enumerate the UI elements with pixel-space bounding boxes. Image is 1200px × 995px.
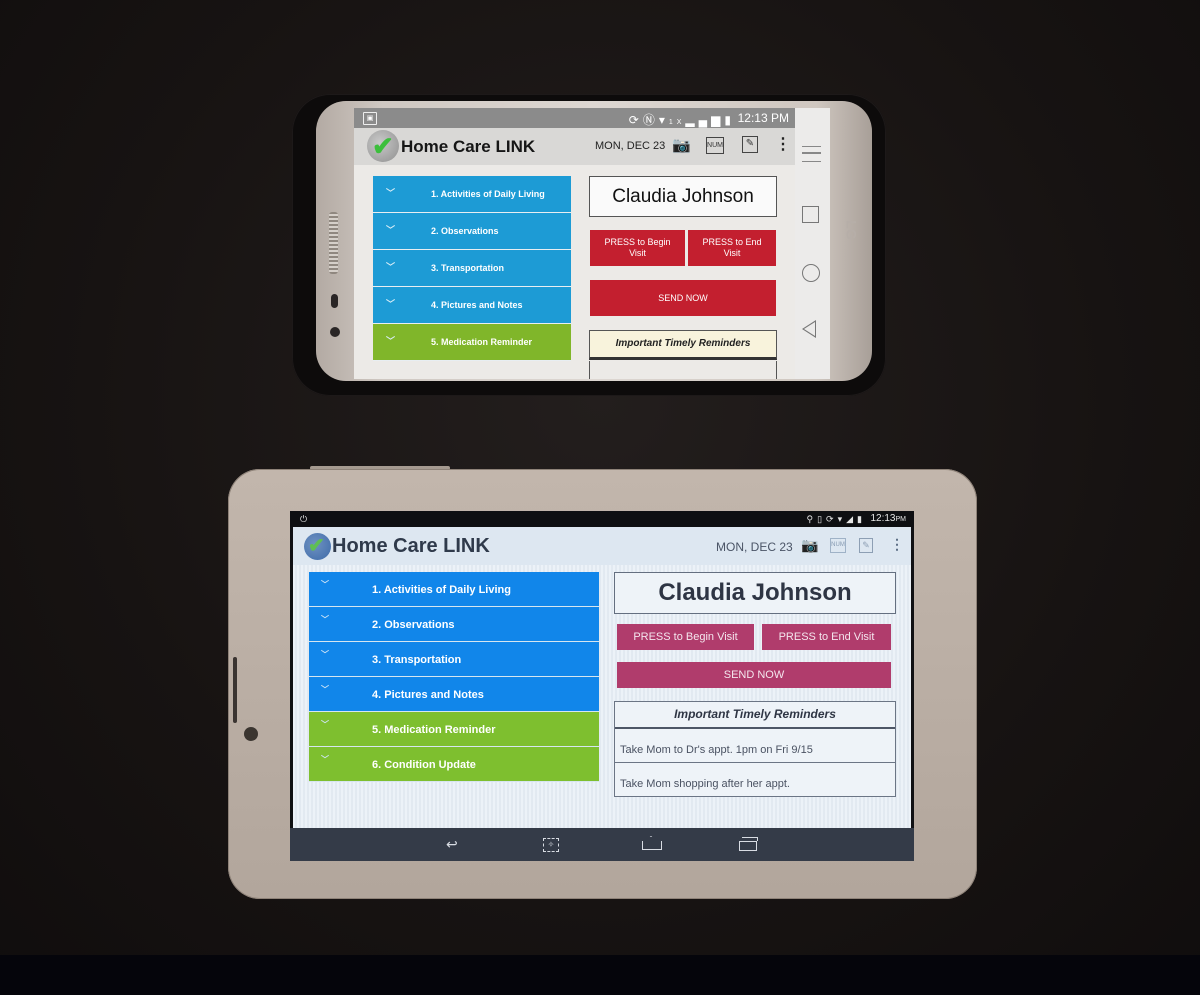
gallery-icon: ▣ — [363, 112, 377, 125]
phone-front-camera — [330, 327, 340, 337]
recents-icon[interactable] — [802, 206, 819, 223]
chevron-down-icon: ﹀ — [386, 336, 396, 346]
accordion-item-pictures-notes[interactable]: ﹀ 4. Pictures and Notes — [309, 677, 599, 712]
edit-icon[interactable]: ✎ — [859, 538, 873, 553]
edit-icon[interactable]: ✎ — [742, 136, 758, 153]
app-title: Home Care LINK — [332, 535, 490, 557]
send-now-button[interactable]: SEND NOW — [590, 280, 776, 316]
reminder-item[interactable]: Take Mom to Dr's appt. 1pm on Fri 9/15 — [615, 729, 895, 763]
bottom-border — [0, 955, 1200, 995]
recents-icon[interactable] — [739, 837, 758, 851]
num-icon[interactable]: NUM — [830, 538, 846, 553]
more-options-icon[interactable]: ⋮ — [775, 134, 791, 154]
battery-icon: ▮ — [724, 113, 735, 127]
begin-visit-button[interactable]: PRESS to Begin Visit — [590, 230, 685, 266]
client-name: Claudia Johnson — [614, 572, 896, 614]
reminders-header: Important Timely Reminders — [615, 702, 895, 729]
chevron-down-icon: ﹀ — [321, 650, 329, 659]
sync-icon: ⟳ — [628, 113, 643, 127]
chevron-down-icon: ﹀ — [321, 580, 329, 589]
accordion-item-medication[interactable]: ﹀ 5. Medication Reminder — [373, 324, 571, 361]
tablet-speaker — [233, 657, 237, 723]
end-visit-button[interactable]: PRESS to End Visit — [688, 230, 776, 266]
back-icon[interactable] — [802, 320, 816, 338]
accordion-item-activities[interactable]: ﹀ 1. Activities of Daily Living — [373, 176, 571, 213]
chevron-down-icon: ﹀ — [386, 188, 396, 198]
accordion-item-condition[interactable]: ﹀ 6. Condition Update — [309, 747, 599, 782]
tablet-front-camera — [244, 727, 258, 741]
vibrate-icon: ▯ — [817, 514, 827, 524]
location-icon: ⚲ — [806, 514, 818, 524]
phone-brand-logo: LG — [843, 220, 860, 240]
signal-icon: ◢ — [846, 514, 858, 524]
phone-screen: ▣ ⟳Ⓝ▾1X▂▄▆▮ 12:13 PM ✔ Home Care LINK MO… — [354, 108, 830, 379]
camera-icon[interactable]: 📷 — [672, 136, 691, 154]
accordion-item-transportation[interactable]: ﹀ 3. Transportation — [373, 250, 571, 287]
num-icon[interactable]: NUM — [706, 137, 724, 154]
accordion-item-observations[interactable]: ﹀ 2. Observations — [373, 213, 571, 250]
accordion-item-observations[interactable]: ﹀ 2. Observations — [309, 607, 599, 642]
accordion-item-transportation[interactable]: ﹀ 3. Transportation — [309, 642, 599, 677]
app-window: ✔ Home Care LINK MON, DEC 23 📷 NUM ✎ ⋮ ﹀… — [293, 527, 911, 828]
begin-visit-button[interactable]: PRESS to Begin Visit — [617, 624, 754, 650]
1x-data-icon: 1X — [668, 119, 686, 126]
header-date: MON, DEC 23 — [595, 140, 666, 152]
category-accordion: ﹀ 1. Activities of Daily Living ﹀ 2. Obser… — [373, 176, 571, 361]
phone-sensor — [331, 294, 338, 308]
alarm-icon: ⏻ — [300, 514, 308, 524]
tablet-nav-bar: ↩ ✧ — [290, 828, 914, 861]
app-header: ✔ Home Care LINK MON, DEC 23 📷 NUM ✎ ⋮ — [293, 527, 911, 565]
tablet-screen: ⏻ ⚲▯⟳▾◢▮ 12:13PM ✔ Home Care LINK MON, D… — [290, 511, 914, 861]
reminder-item[interactable]: Take Mom shopping after her appt. — [615, 763, 895, 796]
battery-icon: ▮ — [857, 514, 866, 524]
client-name: Claudia Johnson — [589, 176, 777, 217]
chevron-down-icon: ﹀ — [386, 299, 396, 309]
signal-icon: ▂▄▆ — [685, 113, 725, 127]
back-icon[interactable]: ↩ — [446, 836, 458, 853]
reminders-header: Important Timely Reminders — [589, 330, 777, 360]
accordion-item-activities[interactable]: ﹀ 1. Activities of Daily Living — [309, 572, 599, 607]
phone-speaker — [329, 212, 338, 274]
category-accordion: ﹀ 1. Activities of Daily Living ﹀ 2. Obser… — [309, 572, 599, 782]
chevron-down-icon: ﹀ — [321, 685, 329, 694]
sync-icon: ⟳ — [826, 514, 838, 524]
chevron-down-icon: ﹀ — [386, 225, 396, 235]
app-title: Home Care LINK — [401, 137, 536, 156]
end-visit-button[interactable]: PRESS to End Visit — [762, 624, 891, 650]
chevron-down-icon: ﹀ — [321, 615, 329, 624]
app-logo-icon: ✔ — [367, 130, 399, 162]
nfc-icon: Ⓝ — [642, 113, 659, 127]
app-header: ✔ Home Care LINK MON, DEC 23 📷 NUM ✎ ⋮ — [354, 128, 795, 165]
status-time: 12:13PM — [870, 513, 906, 524]
reminders-panel: Important Timely Reminders Take Mom to D… — [614, 701, 896, 797]
more-options-icon[interactable]: ⋮ — [890, 536, 904, 553]
status-icons: ⚲▯⟳▾◢▮ — [807, 514, 867, 525]
chevron-down-icon: ﹀ — [321, 755, 329, 764]
status-time: 12:13 PM — [737, 111, 789, 125]
app-logo-icon: ✔ — [304, 533, 331, 560]
screenshot-icon[interactable]: ✧ — [543, 838, 559, 852]
send-now-button[interactable]: SEND NOW — [617, 662, 891, 688]
home-icon[interactable] — [802, 264, 820, 282]
reminders-list — [589, 361, 777, 379]
accordion-item-medication[interactable]: ﹀ 5. Medication Reminder — [309, 712, 599, 747]
chevron-down-icon: ﹀ — [321, 720, 329, 729]
phone-status-bar: ▣ ⟳Ⓝ▾1X▂▄▆▮ 12:13 PM — [354, 108, 795, 128]
camera-icon[interactable]: 📷 — [801, 537, 818, 554]
wifi-icon: ▾ — [658, 113, 669, 127]
chevron-down-icon: ﹀ — [386, 262, 396, 272]
menu-icon[interactable] — [802, 146, 821, 162]
wifi-icon: ▾ — [837, 514, 847, 524]
status-icons: ⟳Ⓝ▾1X▂▄▆▮ — [629, 111, 735, 128]
header-date: MON, DEC 23 — [716, 540, 793, 554]
home-icon[interactable] — [642, 841, 662, 850]
tablet-status-bar: ⏻ ⚲▯⟳▾◢▮ 12:13PM — [290, 511, 914, 527]
phone-nav-bar — [795, 108, 830, 379]
accordion-item-pictures-notes[interactable]: ﹀ 4. Pictures and Notes — [373, 287, 571, 324]
